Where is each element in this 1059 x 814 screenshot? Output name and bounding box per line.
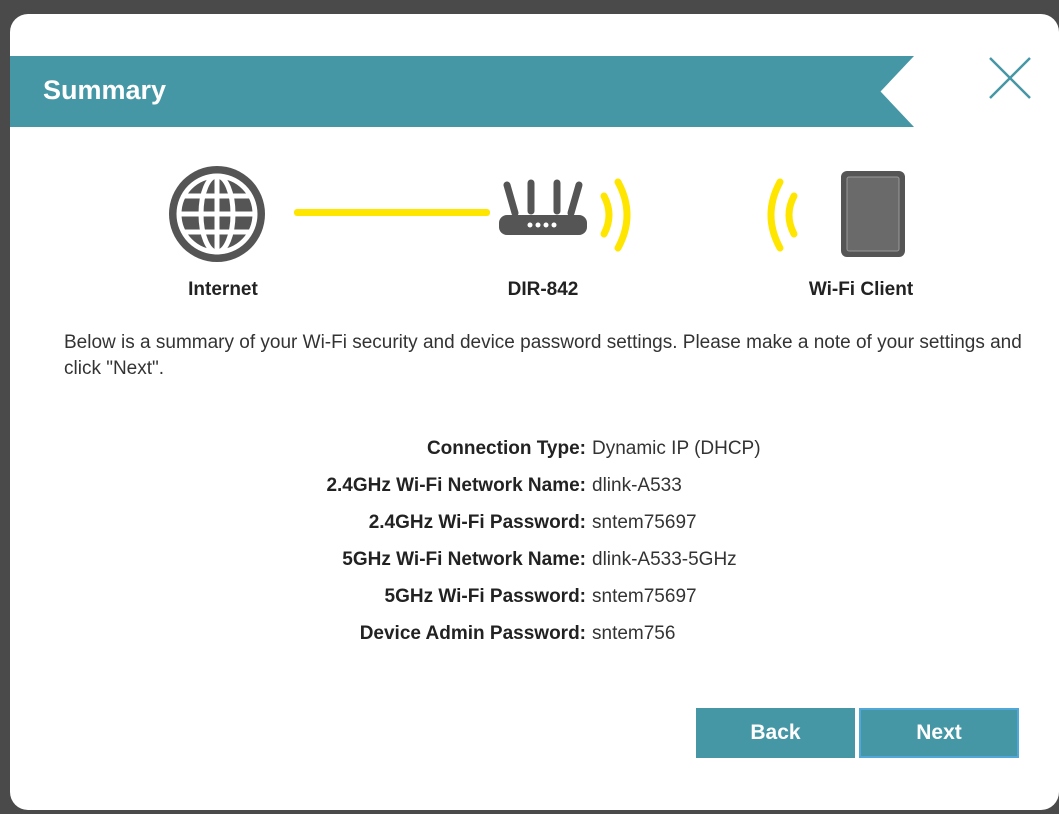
wifi-signal-icon xyxy=(767,178,798,252)
summary-label: 2.4GHz Wi-Fi Password: xyxy=(368,512,586,533)
summary-value: sntem75697 xyxy=(592,586,697,607)
summary-dialog: Summary Internet DIR-842 Wi-Fi Client Be… xyxy=(10,14,1059,810)
summary-label: Connection Type: xyxy=(426,438,586,459)
summary-label: Device Admin Password: xyxy=(359,623,586,644)
summary-description: Below is a summary of your Wi-Fi securit… xyxy=(64,332,1022,379)
summary-value: sntem756 xyxy=(592,623,676,644)
internet-label: Internet xyxy=(188,279,258,300)
next-button[interactable]: Next xyxy=(859,708,1019,758)
router-label: DIR-842 xyxy=(507,279,579,300)
wifi-signal-icon xyxy=(600,178,631,252)
summary-label: 2.4GHz Wi-Fi Network Name: xyxy=(326,475,586,496)
summary-value: dlink-A533 xyxy=(592,475,682,496)
back-button[interactable]: Back xyxy=(696,708,855,758)
close-icon[interactable] xyxy=(986,54,1034,102)
summary-value: Dynamic IP (DHCP) xyxy=(592,438,761,459)
dialog-title: Summary xyxy=(43,75,167,105)
client-label: Wi-Fi Client xyxy=(808,279,914,300)
summary-value: dlink-A533-5GHz xyxy=(592,549,737,570)
connection-line xyxy=(294,209,490,216)
globe-icon xyxy=(169,166,265,262)
router-icon xyxy=(499,179,587,235)
tablet-icon xyxy=(841,171,905,257)
summary-label: 5GHz Wi-Fi Password: xyxy=(384,586,586,607)
summary-value: sntem75697 xyxy=(592,512,697,533)
summary-label: 5GHz Wi-Fi Network Name: xyxy=(342,549,586,570)
